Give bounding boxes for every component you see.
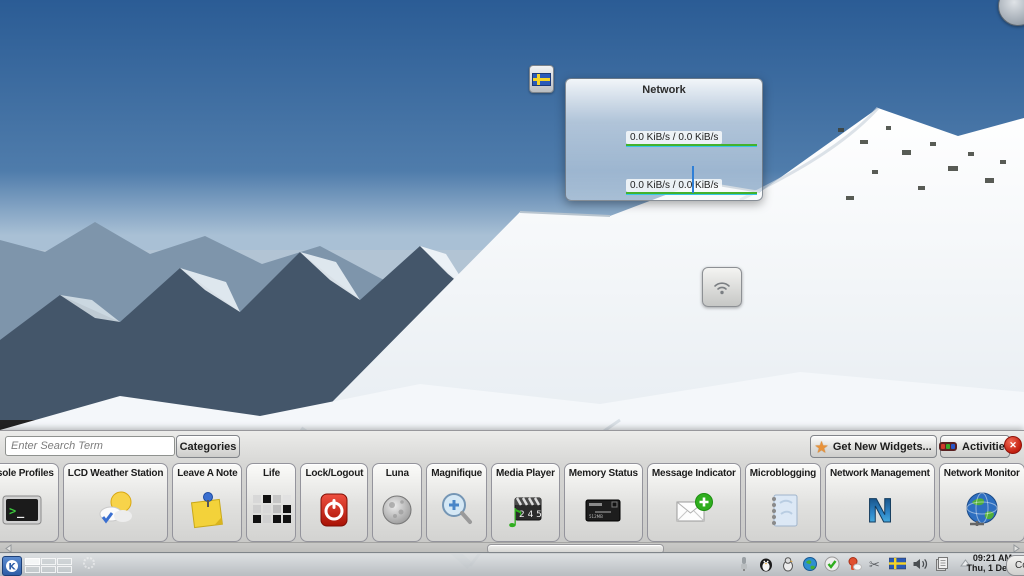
volume-icon[interactable] — [911, 555, 928, 572]
globe-icon[interactable] — [801, 555, 818, 572]
terminal-icon: >_ — [0, 479, 44, 541]
widget-tile-label: Media Player — [492, 464, 559, 479]
svg-text:✂: ✂ — [869, 558, 880, 572]
widget-tile-label: Network Monitor — [940, 464, 1024, 479]
svg-text:N: N — [867, 492, 894, 530]
panel-corner-fragment[interactable]: Co — [1006, 555, 1024, 576]
widget-tile-label: Message Indicator — [648, 464, 740, 479]
widget-tile[interactable]: LCD Weather Station — [63, 463, 168, 542]
widget-tile[interactable]: Life — [246, 463, 296, 542]
paper-stack-icon[interactable] — [933, 555, 950, 572]
widget-tile-label: Magnifique — [427, 464, 486, 479]
swedish-flag-icon[interactable] — [889, 555, 906, 572]
widget-tile-label: nsole Profiles — [0, 464, 58, 479]
weather-icon — [94, 479, 138, 541]
categories-button-label: Categories — [180, 441, 237, 453]
widget-tile[interactable]: Microblogging — [745, 463, 821, 542]
svg-text:♪: ♪ — [507, 504, 524, 532]
envelope-plus-icon — [672, 479, 716, 541]
widget-tile[interactable]: Lock/Logout — [300, 463, 368, 542]
network-widget[interactable]: Network 0.0 KiB/s / 0.0 KiB/s 0.0 KiB/s … — [565, 78, 763, 201]
network-graph-row: 0.0 KiB/s / 0.0 KiB/s — [626, 127, 757, 145]
network-graph-row: 0.0 KiB/s / 0.0 KiB/s — [626, 175, 757, 193]
corner-fragment-label: Co — [1015, 560, 1024, 571]
desktop-screen: Network 0.0 KiB/s / 0.0 KiB/s 0.0 KiB/s … — [0, 0, 1024, 576]
widget-tile[interactable]: Magnifique — [426, 463, 487, 542]
check-badge-icon[interactable] — [823, 555, 840, 572]
activities-icon — [939, 442, 957, 451]
digital-clock[interactable]: 09:21 AM Thu, 1 Dec — [962, 553, 1012, 573]
notifier-icon[interactable] — [845, 555, 862, 572]
network-graph-line — [626, 144, 757, 147]
widget-tile-label: Microblogging — [746, 464, 820, 479]
notebook-icon — [761, 479, 805, 541]
widget-tile[interactable]: Network Monitor — [939, 463, 1024, 542]
svg-text:_: _ — [17, 504, 25, 519]
get-new-widgets-label: Get New Widgets... — [833, 441, 932, 453]
network-graph-line — [626, 192, 757, 195]
svg-text:512MB: 512MB — [589, 514, 603, 519]
close-panel-button[interactable]: ✕ — [1004, 436, 1022, 454]
life-grid-icon — [249, 479, 293, 541]
widget-explorer-panel: Categories ★ Get New Widgets... Activiti… — [0, 430, 1024, 553]
widget-tile[interactable]: Network Management N — [825, 463, 935, 542]
widget-tile-label: LCD Weather Station — [64, 464, 167, 479]
swedish-flag-icon — [532, 73, 551, 86]
network-widget-title: Network — [566, 84, 762, 96]
clapperboard-icon: 2 4 5♪ — [503, 479, 547, 541]
search-input[interactable] — [5, 436, 175, 456]
widget-tile[interactable]: Message Indicator — [647, 463, 741, 542]
widget-tile-label: Life — [259, 464, 284, 479]
widget-tile[interactable]: Media Player2 4 5♪ — [491, 463, 560, 542]
widget-tile-label: Luna — [382, 464, 413, 479]
power-icon — [312, 479, 356, 541]
widget-tile-label: Network Management — [826, 464, 934, 479]
widget-tile[interactable]: Leave A Note — [172, 463, 242, 542]
widget-tile-label: Memory Status — [565, 464, 642, 479]
n-logo-icon: N — [858, 479, 902, 541]
wifi-button[interactable] — [702, 267, 742, 307]
globe-network-icon — [960, 479, 1004, 541]
memory-chip-icon: 512MB — [581, 479, 625, 541]
close-icon: ✕ — [1009, 440, 1017, 451]
audio-jack-icon[interactable] — [735, 555, 752, 572]
star-icon: ★ — [815, 440, 828, 454]
clock-time: 09:21 AM — [962, 553, 1012, 563]
network-rate-label: 0.0 KiB/s / 0.0 KiB/s — [626, 179, 722, 192]
categories-button[interactable]: Categories — [176, 435, 240, 458]
scissors-icon[interactable]: ✂ — [867, 555, 884, 572]
network-rate-label: 0.0 KiB/s / 0.0 KiB/s — [626, 131, 722, 144]
widget-tile[interactable]: Memory Status 512MB — [564, 463, 643, 542]
moon-icon — [375, 479, 419, 541]
penguin-icon[interactable] — [757, 555, 774, 572]
get-new-widgets-button[interactable]: ★ Get New Widgets... — [810, 435, 937, 458]
widget-tile-label: Lock/Logout — [301, 464, 367, 479]
virtual-desktop-pager[interactable] — [25, 558, 72, 573]
widget-tile[interactable]: nsole Profiles>_ — [0, 463, 59, 542]
magnifier-icon — [435, 479, 479, 541]
sticky-note-icon — [185, 479, 229, 541]
chick-icon[interactable] — [779, 555, 796, 572]
clock-date: Thu, 1 Dec — [962, 563, 1012, 573]
network-graph-spike — [692, 166, 694, 193]
system-tray: ✂ — [735, 555, 950, 572]
activities-button[interactable]: Activities — [940, 435, 1010, 458]
widget-tile-label: Leave A Note — [173, 464, 241, 479]
widget-tile[interactable]: Luna — [372, 463, 422, 542]
svg-text:>: > — [9, 504, 16, 518]
kde-logo-icon: K — [5, 559, 19, 573]
svg-text:K: K — [9, 563, 17, 573]
widget-list: nsole Profiles>_LCD Weather StationLeave… — [0, 463, 1024, 542]
gear-icon — [82, 556, 96, 570]
kde-menu-button[interactable]: K — [2, 556, 22, 576]
wifi-icon — [710, 275, 734, 299]
keyboard-flag-widget[interactable] — [529, 65, 554, 93]
